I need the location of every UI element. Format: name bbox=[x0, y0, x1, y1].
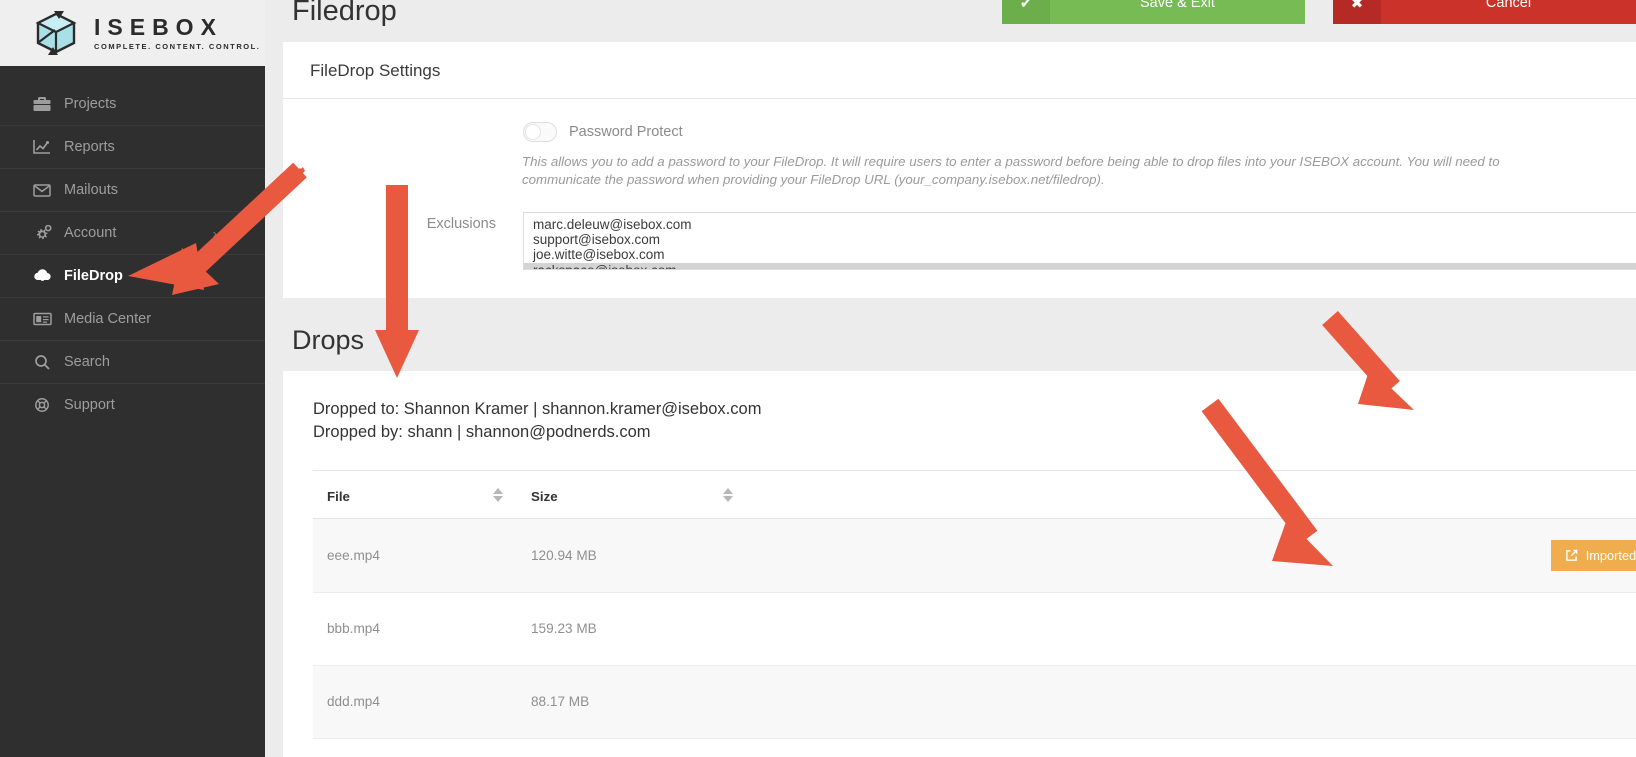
external-link-icon bbox=[1565, 549, 1578, 562]
header-actions: ✔ Save & Exit ✖ Cancel bbox=[1002, 0, 1636, 24]
sort-icon[interactable] bbox=[493, 487, 503, 502]
sidebar-nav: Projects Reports Mailouts Account › File… bbox=[0, 66, 265, 426]
gears-icon bbox=[33, 224, 59, 242]
drops-section-title: Drops bbox=[265, 297, 1636, 371]
cancel-label: Cancel bbox=[1485, 0, 1532, 11]
exclusions-listbox[interactable]: marc.deleuw@isebox.com support@isebox.co… bbox=[523, 211, 1636, 270]
sidebar-item-label: Reports bbox=[64, 139, 115, 155]
sort-icon[interactable] bbox=[723, 487, 733, 502]
drops-panel: Dropped to: Shannon Kramer | shannon.kra… bbox=[283, 370, 1636, 757]
column-header-file[interactable]: File bbox=[313, 469, 531, 519]
password-protect-toggle[interactable] bbox=[523, 122, 557, 142]
chevron-right-icon: › bbox=[212, 225, 217, 241]
exclusion-option[interactable]: joe.witte@isebox.com bbox=[524, 247, 1636, 262]
cancel-button[interactable]: ✖ Cancel bbox=[1333, 0, 1636, 24]
imported-button[interactable]: Imported to Testing Filedrop vs Video Up… bbox=[1550, 539, 1636, 571]
filedrop-page: ISEBOX COMPLETE. CONTENT. CONTROL. Proje… bbox=[0, 0, 1636, 757]
cell-file: ddd.mp4 bbox=[313, 665, 531, 739]
column-header-file-label: File bbox=[327, 488, 350, 504]
cell-file: bbb.mp4 bbox=[313, 592, 531, 666]
sidebar-item-media-center[interactable]: Media Center bbox=[0, 297, 265, 340]
sidebar-item-mailouts[interactable]: Mailouts bbox=[0, 168, 265, 211]
sidebar-item-reports[interactable]: Reports bbox=[0, 125, 265, 168]
filedrop-settings-panel: FileDrop Settings Password Protect This … bbox=[283, 42, 1636, 298]
sidebar-item-filedrop[interactable]: FileDrop bbox=[0, 254, 265, 297]
settings-panel-title: FileDrop Settings bbox=[283, 42, 1636, 99]
cloud-download-icon bbox=[33, 268, 59, 284]
line-chart-icon bbox=[33, 139, 59, 155]
save-and-exit-label: Save & Exit bbox=[1140, 0, 1215, 11]
main-content: Filedrop ✔ Save & Exit ✖ Cancel FileDrop… bbox=[265, 0, 1636, 757]
sidebar-item-label: Media Center bbox=[64, 311, 152, 327]
exclusions-row: Exclusions marc.deleuw@isebox.com suppor… bbox=[283, 211, 1636, 270]
password-protect-label: Password Protect bbox=[569, 124, 683, 140]
dropped-to: Dropped to: Shannon Kramer | shannon.kra… bbox=[313, 399, 762, 418]
cell-actions: Download Delete bbox=[761, 592, 1636, 666]
cell-actions: Download Delete bbox=[761, 665, 1636, 739]
panel-bottom-padding bbox=[283, 738, 1636, 757]
drop-meta: Dropped to: Shannon Kramer | shannon.kra… bbox=[283, 371, 1636, 445]
exclusion-option-selected[interactable]: rackspace@isebox.com bbox=[524, 262, 1636, 269]
brand-logo[interactable]: ISEBOX COMPLETE. CONTENT. CONTROL. bbox=[0, 0, 265, 66]
check-icon: ✔ bbox=[1002, 0, 1050, 24]
search-icon bbox=[33, 354, 59, 370]
cell-file: eee.mp4 bbox=[313, 518, 531, 593]
exclusion-option[interactable]: marc.deleuw@isebox.com bbox=[524, 217, 1636, 232]
exclusion-option[interactable]: support@isebox.com bbox=[524, 232, 1636, 247]
cell-size: 120.94 MB bbox=[531, 518, 761, 593]
brand-name: ISEBOX bbox=[94, 13, 223, 40]
id-card-icon bbox=[33, 311, 59, 327]
page-title: Filedrop bbox=[292, 0, 397, 27]
sidebar: ISEBOX COMPLETE. CONTENT. CONTROL. Proje… bbox=[0, 0, 265, 757]
column-header-actions bbox=[761, 469, 1636, 519]
table-row: ddd.mp4 88.17 MB Download bbox=[313, 665, 1636, 739]
password-protect-help-text: This allows you to add a password to you… bbox=[522, 154, 1500, 188]
save-and-exit-button[interactable]: ✔ Save & Exit bbox=[1002, 0, 1305, 24]
page-header: Filedrop ✔ Save & Exit ✖ Cancel bbox=[265, 0, 1636, 42]
brand-tagline: COMPLETE. CONTENT. CONTROL. bbox=[94, 41, 261, 51]
column-header-size[interactable]: Size bbox=[531, 469, 761, 519]
cell-actions: Imported to Testing Filedrop vs Video Up… bbox=[761, 518, 1636, 593]
column-header-size-label: Size bbox=[531, 488, 558, 504]
sidebar-item-label: FileDrop bbox=[64, 268, 123, 284]
dropped-by: Dropped by: shann | shannon@podnerds.com bbox=[313, 423, 651, 442]
sidebar-item-support[interactable]: Support bbox=[0, 383, 265, 426]
password-protect-row: Password Protect bbox=[283, 122, 1636, 142]
sidebar-item-label: Mailouts bbox=[64, 182, 118, 198]
life-ring-icon bbox=[33, 397, 59, 413]
exclusions-label: Exclusions bbox=[426, 215, 496, 232]
sidebar-item-label: Projects bbox=[64, 95, 117, 112]
sidebar-item-account[interactable]: Account › bbox=[0, 211, 265, 254]
envelope-icon bbox=[33, 182, 59, 198]
table-row: eee.mp4 120.94 MB Imported to Testing Fi… bbox=[313, 518, 1636, 593]
toggle-knob bbox=[525, 124, 541, 140]
cell-size: 159.23 MB bbox=[531, 592, 761, 666]
times-icon: ✖ bbox=[1333, 0, 1381, 24]
sidebar-item-label: Account bbox=[64, 225, 117, 241]
sidebar-item-label: Search bbox=[64, 354, 110, 370]
sidebar-item-projects[interactable]: Projects bbox=[0, 82, 265, 125]
table-row: bbb.mp4 159.23 MB Download bbox=[313, 592, 1636, 666]
drop-files-table: File Size eee.mp4 120.94 MB Imported bbb… bbox=[313, 469, 1636, 739]
table-body: eee.mp4 120.94 MB Imported to Testing Fi… bbox=[313, 518, 1636, 739]
briefcase-icon bbox=[33, 96, 59, 112]
sidebar-item-label: Support bbox=[64, 397, 115, 413]
table-header: File Size bbox=[313, 469, 1636, 519]
sidebar-item-search[interactable]: Search bbox=[0, 340, 265, 383]
cell-size: 88.17 MB bbox=[531, 665, 761, 739]
imported-button-label: Imported to Testing Filedrop vs Video Up… bbox=[1585, 547, 1636, 563]
isebox-cube-icon bbox=[30, 7, 82, 59]
